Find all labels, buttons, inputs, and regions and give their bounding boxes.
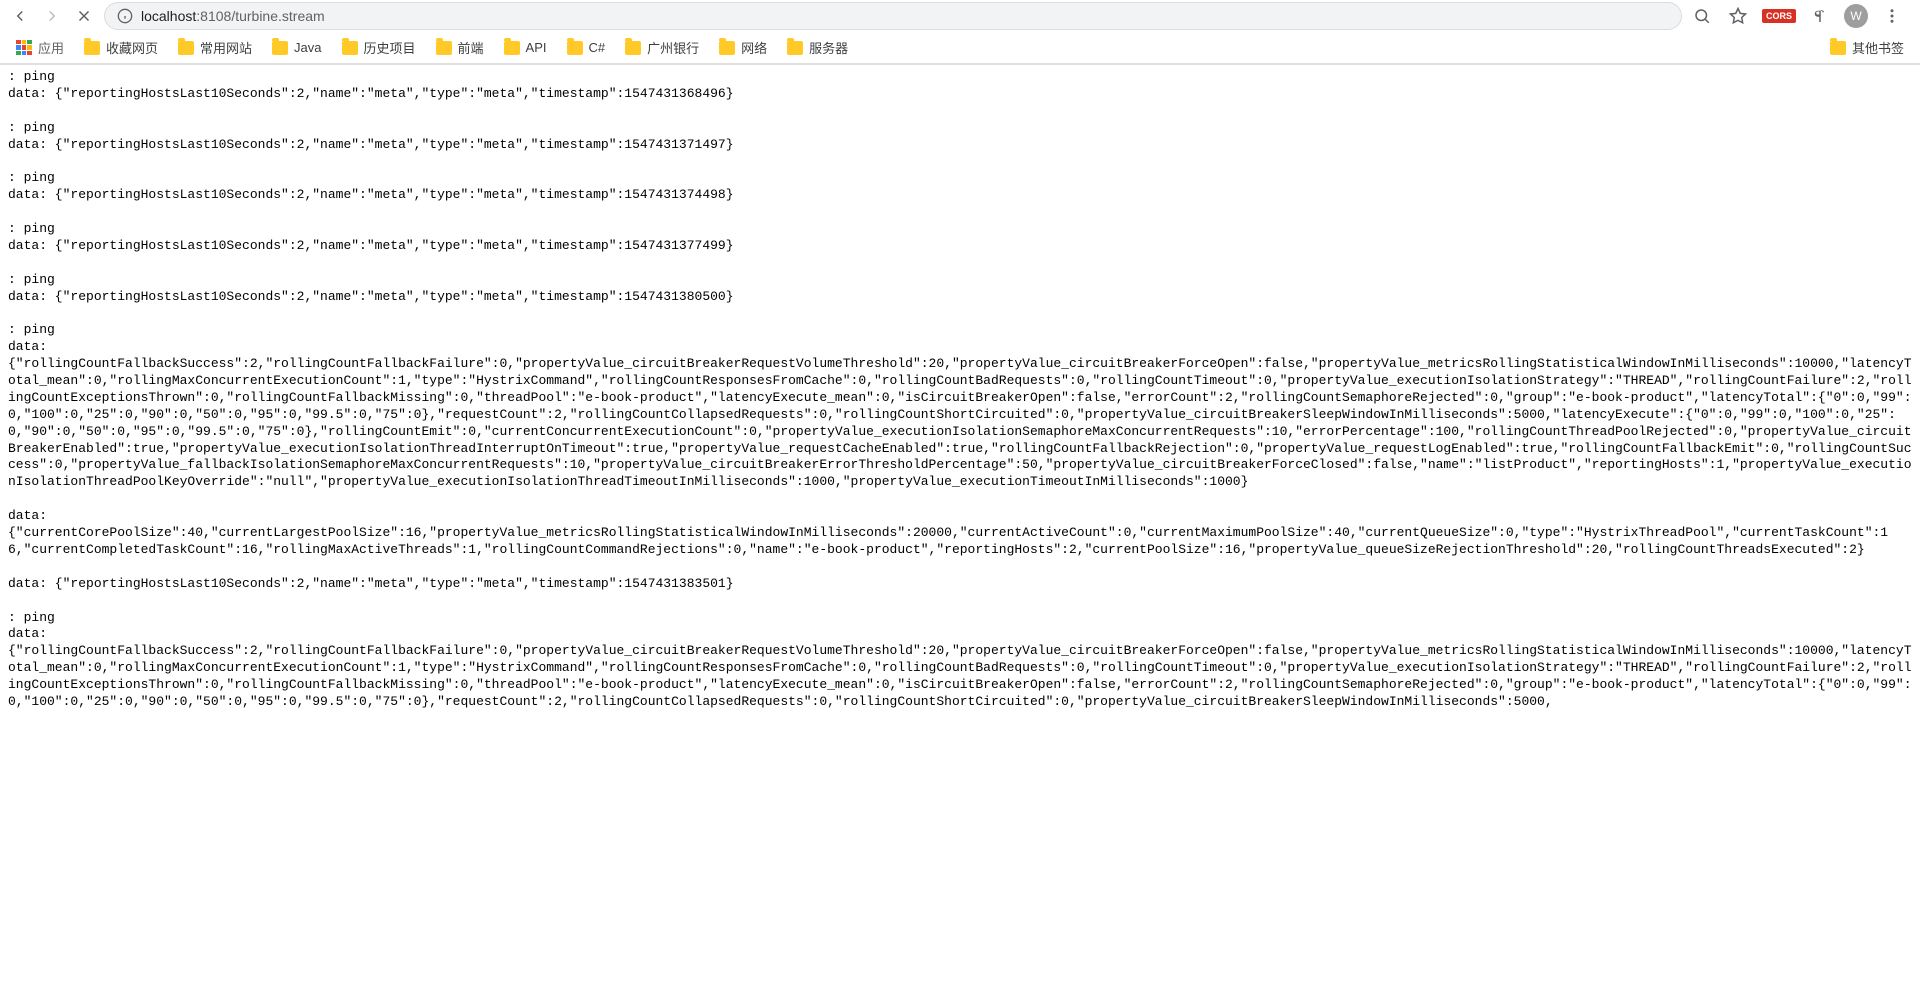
page-content[interactable]: : ping data: {"reportingHostsLast10Secon…: [0, 65, 1920, 984]
bookmark-label: C#: [589, 40, 606, 55]
apps-label: 应用: [38, 38, 64, 57]
address-bar[interactable]: localhost:8108/turbine.stream: [104, 2, 1682, 30]
folder-icon: [342, 41, 358, 55]
bookmark-label: Java: [294, 40, 321, 55]
bookmark-item[interactable]: 收藏网页: [76, 34, 166, 61]
menu-icon[interactable]: [1880, 4, 1904, 28]
bookmark-label: 广州银行: [647, 38, 699, 57]
other-bookmarks[interactable]: 其他书签: [1822, 34, 1912, 61]
bookmark-label: 历史项目: [364, 38, 416, 57]
bookmark-item[interactable]: API: [496, 36, 555, 59]
bookmark-label: 收藏网页: [106, 38, 158, 57]
stop-button[interactable]: [72, 4, 96, 28]
bookmarks-bar: 应用 收藏网页 常用网站 Java 历史项目 前端 API C# 广州银行 网络 服务器 其他书签: [0, 32, 1920, 64]
bookmark-item[interactable]: 历史项目: [334, 34, 424, 61]
forward-button[interactable]: [40, 4, 64, 28]
bookmark-label: API: [526, 40, 547, 55]
apps-button[interactable]: 应用: [8, 34, 72, 61]
folder-icon: [436, 41, 452, 55]
folder-icon: [625, 41, 641, 55]
bookmark-label: 前端: [458, 38, 484, 57]
bookmark-label: 常用网站: [200, 38, 252, 57]
paragraph-icon[interactable]: [1808, 4, 1832, 28]
bookmark-item[interactable]: C#: [559, 36, 614, 59]
folder-icon: [272, 41, 288, 55]
bookmark-item[interactable]: Java: [264, 36, 329, 59]
url-text: localhost:8108/turbine.stream: [141, 8, 325, 24]
folder-icon: [1830, 41, 1846, 55]
bookmark-item[interactable]: 常用网站: [170, 34, 260, 61]
folder-icon: [719, 41, 735, 55]
site-info-icon[interactable]: [117, 8, 133, 24]
bookmark-item[interactable]: 服务器: [779, 34, 856, 61]
bookmark-label: 服务器: [809, 38, 848, 57]
bookmark-item[interactable]: 前端: [428, 34, 492, 61]
folder-icon: [178, 41, 194, 55]
folder-icon: [787, 41, 803, 55]
zoom-icon[interactable]: [1690, 4, 1714, 28]
bookmark-item[interactable]: 广州银行: [617, 34, 707, 61]
apps-grid-icon: [16, 40, 32, 56]
bookmark-label: 网络: [741, 38, 767, 57]
browser-toolbar: localhost:8108/turbine.stream CORS W: [0, 0, 1920, 32]
folder-icon: [504, 41, 520, 55]
bookmark-item[interactable]: 网络: [711, 34, 775, 61]
folder-icon: [84, 41, 100, 55]
folder-icon: [567, 41, 583, 55]
bookmark-star-icon[interactable]: [1726, 4, 1750, 28]
back-button[interactable]: [8, 4, 32, 28]
other-bookmarks-label: 其他书签: [1852, 38, 1904, 57]
cors-extension-icon[interactable]: CORS: [1762, 9, 1796, 23]
user-avatar[interactable]: W: [1844, 4, 1868, 28]
